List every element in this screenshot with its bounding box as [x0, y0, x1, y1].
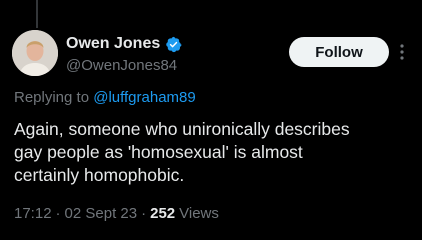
avatar[interactable]: [12, 30, 58, 76]
replying-prefix: Replying to: [14, 89, 90, 106]
author-info: Owen Jones @OwenJones84: [66, 35, 182, 74]
avatar-image: [12, 30, 58, 76]
views-label: Views: [179, 205, 219, 222]
replying-to: Replying to @luffgraham89: [14, 89, 196, 106]
meta-separator: ·: [141, 205, 147, 222]
views-count: 252: [150, 205, 176, 222]
verified-badge-icon: [166, 36, 182, 52]
author-handle[interactable]: @OwenJones84: [66, 57, 182, 74]
thread-connector-line: [36, 0, 38, 28]
meta-separator: ·: [55, 205, 61, 222]
tweet-text: Again, someone who unironically describe…: [14, 119, 350, 185]
more-vertical-icon[interactable]: [397, 42, 407, 62]
tweet-metadata: 17:12 · 02 Sept 23 · 252 Views: [14, 205, 219, 222]
replying-to-mention-link[interactable]: @luffgraham89: [93, 89, 196, 106]
author-name[interactable]: Owen Jones: [66, 35, 160, 53]
tweet-time[interactable]: 17:12: [14, 205, 52, 222]
follow-button[interactable]: Follow: [289, 37, 389, 67]
tweet-date[interactable]: 02 Sept 23: [65, 205, 138, 222]
